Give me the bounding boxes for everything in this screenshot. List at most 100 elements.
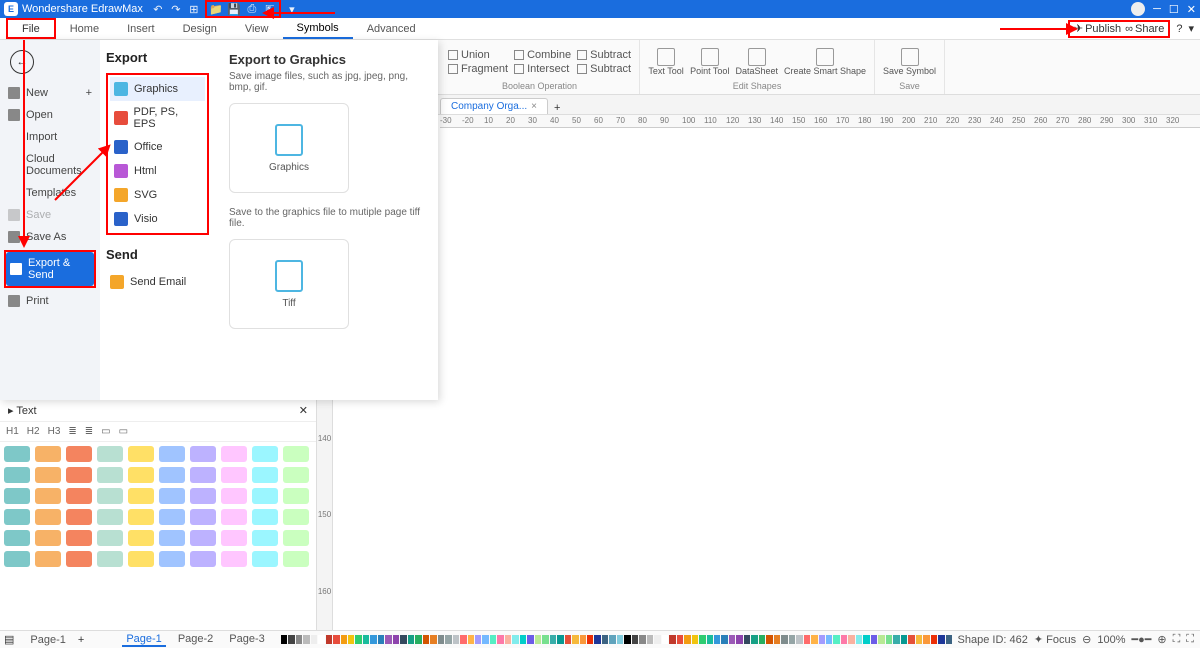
shape-thumbnail[interactable] <box>252 488 278 504</box>
color-swatch[interactable] <box>886 635 892 644</box>
shape-thumbnail[interactable] <box>252 551 278 567</box>
shape-thumbnail[interactable] <box>66 509 92 525</box>
color-swatch[interactable] <box>460 635 466 644</box>
shape-thumbnail[interactable] <box>159 467 185 483</box>
shape-thumbnail[interactable] <box>159 488 185 504</box>
shape-thumbnail[interactable] <box>221 509 247 525</box>
color-swatch[interactable] <box>669 635 675 644</box>
shape-thumbnail[interactable] <box>35 530 61 546</box>
color-swatch[interactable] <box>863 635 869 644</box>
color-swatch[interactable] <box>400 635 406 644</box>
page-tab-3[interactable]: Page-3 <box>225 633 268 647</box>
shape-thumbnail[interactable] <box>97 509 123 525</box>
color-swatch[interactable] <box>931 635 937 644</box>
text-block-icon[interactable]: ≣ <box>68 426 76 437</box>
zoom-slider[interactable]: ━●━ <box>1131 633 1151 646</box>
shape-thumbnail[interactable] <box>4 467 30 483</box>
color-swatch[interactable] <box>438 635 444 644</box>
shape-thumbnail[interactable] <box>66 467 92 483</box>
color-swatch[interactable] <box>363 635 369 644</box>
color-swatch[interactable] <box>662 635 668 644</box>
color-swatch[interactable] <box>341 635 347 644</box>
color-swatch[interactable] <box>729 635 735 644</box>
color-swatch[interactable] <box>856 635 862 644</box>
file-print[interactable]: Print <box>0 290 100 312</box>
text-panel-header[interactable]: ▸ Text ✕ <box>0 400 316 422</box>
color-swatch[interactable] <box>848 635 854 644</box>
color-swatch[interactable] <box>699 635 705 644</box>
color-swatch[interactable] <box>520 635 526 644</box>
color-swatch[interactable] <box>938 635 944 644</box>
shape-thumbnail[interactable] <box>283 488 309 504</box>
color-swatch[interactable] <box>647 635 653 644</box>
shape-thumbnail[interactable] <box>128 509 154 525</box>
color-swatch[interactable] <box>632 635 638 644</box>
shape-thumbnail[interactable] <box>66 446 92 462</box>
shape-thumbnail[interactable] <box>221 446 247 462</box>
help-icon[interactable]: ? <box>1176 23 1182 35</box>
intersect-button[interactable]: Intersect <box>514 63 571 75</box>
color-swatch[interactable] <box>893 635 899 644</box>
shape-thumbnail[interactable] <box>35 488 61 504</box>
color-swatch[interactable] <box>296 635 302 644</box>
color-swatch[interactable] <box>594 635 600 644</box>
color-swatch[interactable] <box>826 635 832 644</box>
export-office[interactable]: Office <box>110 135 205 159</box>
shape-thumbnail[interactable] <box>4 530 30 546</box>
file-new[interactable]: New+ <box>0 82 100 104</box>
color-swatch[interactable] <box>348 635 354 644</box>
share-button[interactable]: ∞ Share <box>1125 23 1164 35</box>
save-icon[interactable]: 💾 <box>227 2 241 16</box>
file-export[interactable]: Export & Send <box>6 252 94 286</box>
color-swatch[interactable] <box>550 635 556 644</box>
ribbon-collapse-icon[interactable]: ▾ <box>1188 22 1194 35</box>
color-swatch[interactable] <box>482 635 488 644</box>
shape-thumbnail[interactable] <box>283 446 309 462</box>
color-swatch[interactable] <box>445 635 451 644</box>
shape-thumbnail[interactable] <box>97 530 123 546</box>
h3-button[interactable]: H3 <box>48 426 61 437</box>
tab-design[interactable]: Design <box>169 18 231 39</box>
shape-thumbnail[interactable] <box>159 530 185 546</box>
file-saveas[interactable]: Save As <box>0 226 100 248</box>
focus-button[interactable]: ✦ Focus <box>1034 633 1076 646</box>
user-avatar[interactable] <box>1131 2 1145 16</box>
color-swatch[interactable] <box>707 635 713 644</box>
color-swatch[interactable] <box>766 635 772 644</box>
color-swatch[interactable] <box>923 635 929 644</box>
color-swatch[interactable] <box>751 635 757 644</box>
color-palette[interactable] <box>281 635 952 644</box>
color-swatch[interactable] <box>408 635 414 644</box>
document-tab[interactable]: Company Orga...× <box>440 98 548 114</box>
zoom-in-icon[interactable]: ⊕ <box>1157 633 1166 646</box>
color-swatch[interactable] <box>714 635 720 644</box>
export-svg[interactable]: SVG <box>110 183 205 207</box>
export-graphics[interactable]: Graphics <box>110 77 205 101</box>
color-swatch[interactable] <box>475 635 481 644</box>
shape-thumbnail[interactable] <box>128 530 154 546</box>
shape-thumbnail[interactable] <box>128 446 154 462</box>
shape-thumbnail[interactable] <box>159 446 185 462</box>
text-frame-icon[interactable]: ▭ <box>101 426 110 437</box>
tab-advanced[interactable]: Advanced <box>353 18 430 39</box>
color-swatch[interactable] <box>333 635 339 644</box>
color-swatch[interactable] <box>355 635 361 644</box>
shape-thumbnail[interactable] <box>190 530 216 546</box>
color-swatch[interactable] <box>288 635 294 644</box>
color-swatch[interactable] <box>580 635 586 644</box>
shape-thumbnail[interactable] <box>4 446 30 462</box>
color-swatch[interactable] <box>796 635 802 644</box>
shape-thumbnail[interactable] <box>252 530 278 546</box>
color-swatch[interactable] <box>774 635 780 644</box>
shape-thumbnail[interactable] <box>159 509 185 525</box>
color-swatch[interactable] <box>804 635 810 644</box>
color-swatch[interactable] <box>393 635 399 644</box>
color-swatch[interactable] <box>908 635 914 644</box>
color-swatch[interactable] <box>311 635 317 644</box>
color-swatch[interactable] <box>565 635 571 644</box>
color-swatch[interactable] <box>759 635 765 644</box>
color-swatch[interactable] <box>692 635 698 644</box>
shape-thumbnail[interactable] <box>190 446 216 462</box>
color-swatch[interactable] <box>542 635 548 644</box>
tab-home[interactable]: Home <box>56 18 113 39</box>
